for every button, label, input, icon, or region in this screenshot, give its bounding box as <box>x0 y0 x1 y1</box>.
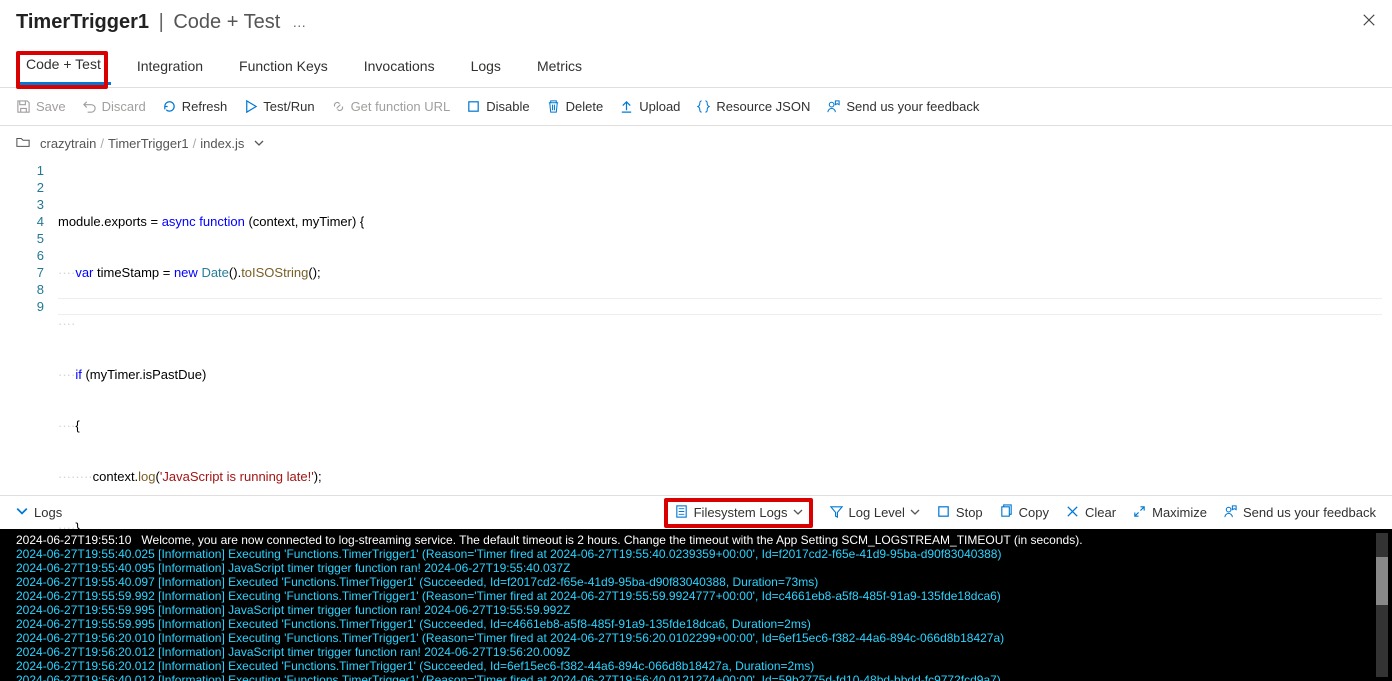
braces-icon <box>696 99 711 114</box>
more-actions-icon[interactable]: … <box>292 14 307 30</box>
undo-icon <box>82 99 97 114</box>
logs-toggle[interactable]: Logs <box>16 505 62 520</box>
discard-button[interactable]: Discard <box>82 99 146 114</box>
tab-metrics[interactable]: Metrics <box>527 48 592 84</box>
save-icon <box>16 99 31 114</box>
refresh-button[interactable]: Refresh <box>162 99 228 114</box>
delete-button[interactable]: Delete <box>546 99 604 114</box>
person-feedback-icon <box>826 99 841 114</box>
current-line-highlight <box>58 298 1382 315</box>
log-console[interactable]: 2024-06-27T19:55:10 Welcome, you are now… <box>0 529 1392 681</box>
save-button[interactable]: Save <box>16 99 66 114</box>
chevron-down-icon <box>16 505 28 520</box>
toolbar: Save Discard Refresh Test/Run Get functi… <box>0 88 1392 126</box>
line-gutter: 123456789 <box>0 160 58 490</box>
tab-integration[interactable]: Integration <box>127 48 213 84</box>
console-line: 2024-06-27T19:55:59.995 [Information] Ja… <box>16 603 1384 617</box>
tab-code-test[interactable]: Code + Test <box>16 46 111 85</box>
upload-icon <box>619 99 634 114</box>
tab-logs[interactable]: Logs <box>461 48 511 84</box>
tab-invocations[interactable]: Invocations <box>354 48 445 84</box>
console-line: 2024-06-27T19:56:20.012 [Information] Ex… <box>16 659 1384 673</box>
trash-icon <box>546 99 561 114</box>
stop-square-icon <box>466 99 481 114</box>
code-editor[interactable]: 123456789 module.exports = async functio… <box>0 160 1392 490</box>
breadcrumb-seg-3[interactable]: index.js <box>200 136 244 151</box>
tab-bar: Code + Test Integration Function Keys In… <box>0 44 1392 88</box>
test-run-button[interactable]: Test/Run <box>243 99 314 114</box>
page-header: TimerTrigger1 | Code + Test … <box>0 0 1392 40</box>
page-title-main: TimerTrigger1 <box>16 11 149 34</box>
breadcrumb-seg-1[interactable]: crazytrain <box>40 136 96 151</box>
disable-button[interactable]: Disable <box>466 99 529 114</box>
resource-json-button[interactable]: Resource JSON <box>696 99 810 114</box>
console-line: 2024-06-27T19:55:59.995 [Information] Ex… <box>16 617 1384 631</box>
refresh-icon <box>162 99 177 114</box>
folder-icon <box>16 135 30 152</box>
title-separator: | <box>153 11 169 34</box>
play-icon <box>243 99 258 114</box>
link-icon <box>331 99 346 114</box>
scrollbar-thumb[interactable] <box>1376 557 1388 605</box>
console-line: 2024-06-27T19:55:10 Welcome, you are now… <box>16 533 1384 547</box>
page-title-sub: Code + Test <box>173 11 280 34</box>
close-icon[interactable] <box>1362 13 1376 32</box>
get-function-url-button[interactable]: Get function URL <box>331 99 451 114</box>
console-line: 2024-06-27T19:56:40.012 [Information] Ex… <box>16 673 1384 681</box>
breadcrumb: crazytrain / TimerTrigger1 / index.js <box>0 126 1392 160</box>
chevron-down-icon[interactable] <box>254 136 264 151</box>
breadcrumb-seg-2[interactable]: TimerTrigger1 <box>108 136 189 151</box>
console-line: 2024-06-27T19:56:20.012 [Information] Ja… <box>16 645 1384 659</box>
feedback-button[interactable]: Send us your feedback <box>826 99 979 114</box>
scrollbar-track[interactable] <box>1376 533 1388 677</box>
tab-function-keys[interactable]: Function Keys <box>229 48 338 84</box>
console-line: 2024-06-27T19:56:20.010 [Information] Ex… <box>16 631 1384 645</box>
console-line: 2024-06-27T19:55:40.095 [Information] Ja… <box>16 561 1384 575</box>
console-line: 2024-06-27T19:55:40.097 [Information] Ex… <box>16 575 1384 589</box>
console-line: 2024-06-27T19:55:40.025 [Information] Ex… <box>16 547 1384 561</box>
console-line: 2024-06-27T19:55:59.992 [Information] Ex… <box>16 589 1384 603</box>
upload-button[interactable]: Upload <box>619 99 680 114</box>
code-content[interactable]: module.exports = async function (context… <box>58 160 1392 490</box>
